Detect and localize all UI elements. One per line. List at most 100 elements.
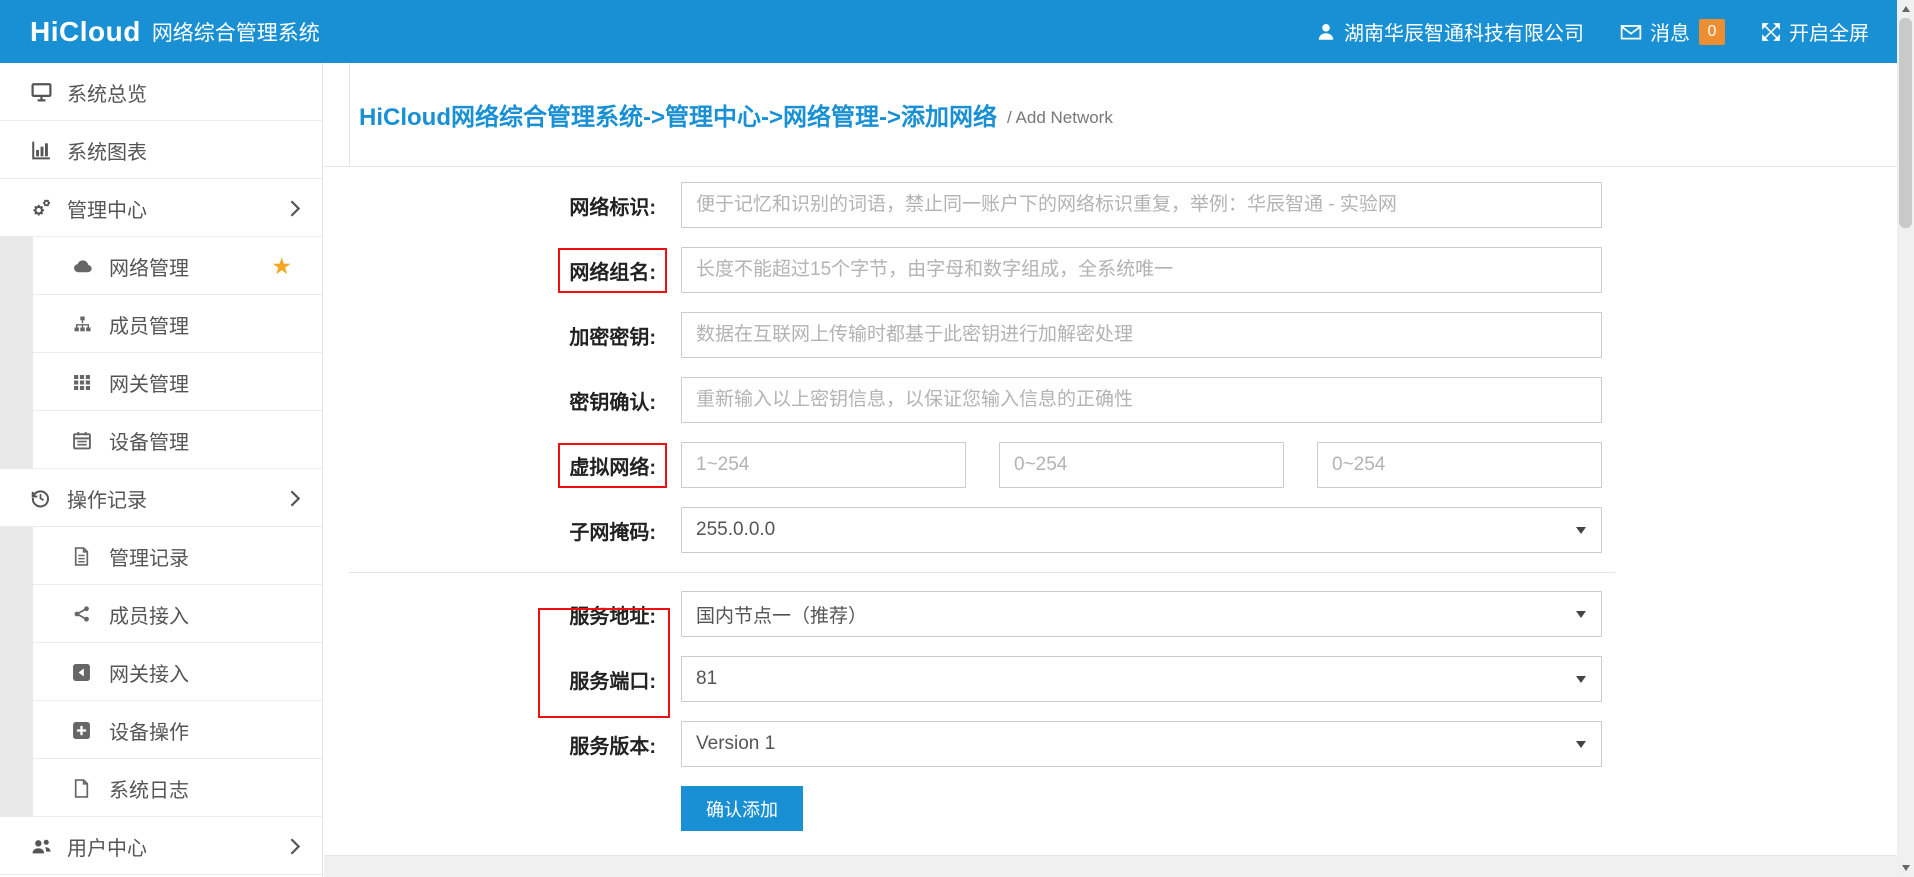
sidebar-item-label: 网关管理 [109, 368, 189, 397]
sidebar-item-label: 设备管理 [109, 426, 189, 455]
scroll-up-icon [1902, 2, 1910, 12]
field-label-service-port: 服务端口: [324, 665, 681, 694]
calendar-icon [72, 431, 102, 450]
form-row-key-confirm: 密钥确认: [324, 377, 1897, 423]
sidebar-item-admin-records[interactable]: 管理记录 [0, 527, 322, 585]
main-content: HiCloud网络综合管理系统->管理中心->网络管理->添加网络 / Add … [324, 63, 1897, 877]
form-row-network-group-name: 网络组名: [324, 247, 1897, 293]
user-icon [1316, 22, 1336, 42]
network-id-input[interactable] [681, 182, 1602, 228]
sidebar-item-device-mgmt[interactable]: 设备管理 [0, 411, 322, 469]
form-row-encryption-key: 加密密钥: [324, 312, 1897, 358]
field-label-network-id: 网络标识: [324, 191, 681, 220]
sidebar-item-label: 成员管理 [109, 310, 189, 339]
virtual-network-octet2-input[interactable] [999, 442, 1284, 488]
scroll-up-button[interactable] [1897, 0, 1914, 17]
service-version-select[interactable]: Version 1 [681, 721, 1602, 767]
breadcrumb: HiCloud网络综合管理系统->管理中心->网络管理->添加网络 / Add … [324, 63, 1897, 167]
virtual-network-octet3-input[interactable] [1317, 442, 1602, 488]
sidebar-item-label: 系统总览 [67, 78, 147, 107]
file-icon [72, 779, 102, 798]
sidebar-item-label: 网关接入 [109, 658, 189, 687]
system-name: 网络综合管理系统 [152, 17, 320, 47]
key-confirm-input[interactable] [681, 377, 1602, 423]
sidebar-item-label: 系统日志 [109, 774, 189, 803]
field-label-subnet-mask: 子网掩码: [324, 516, 681, 545]
sidebar-item-label: 管理记录 [109, 542, 189, 571]
sidebar-item-label: 管理中心 [67, 194, 147, 223]
messages-label: 消息 [1650, 17, 1690, 46]
form-row-service-port: 服务端口: 81 [324, 656, 1897, 702]
service-address-value: 国内节点一（推荐） [696, 601, 867, 628]
bar-chart-icon [30, 140, 60, 160]
sidebar-nav: 系统总览 系统图表 管理中心 [0, 63, 323, 877]
service-port-select[interactable]: 81 [681, 656, 1602, 702]
sidebar-item-label: 操作记录 [67, 484, 147, 513]
sidebar-item-system-logs[interactable]: 系统日志 [0, 759, 322, 817]
plus-square-icon [72, 721, 102, 740]
subnet-mask-value: 255.0.0.0 [696, 519, 775, 541]
sidebar-item-device-operations[interactable]: 设备操作 [0, 701, 322, 759]
subnet-mask-select[interactable]: 255.0.0.0 [681, 507, 1602, 553]
add-network-form: 网络标识: 网络组名: 加密密钥: 密钥确认: [324, 167, 1897, 831]
top-header: HiCloud 网络综合管理系统 湖南华辰智通科技有限公司 消息 0 开启全屏 [0, 0, 1897, 63]
dropdown-caret-icon [1576, 611, 1586, 623]
sitemap-icon [72, 315, 102, 333]
confirm-add-button[interactable]: 确认添加 [681, 786, 803, 831]
field-label-network-group-name: 网络组名: [569, 262, 656, 284]
messages-menu[interactable]: 消息 0 [1620, 17, 1725, 46]
field-label-key-confirm: 密钥确认: [324, 386, 681, 415]
page-footer-background [324, 855, 1897, 877]
field-label-service-address: 服务地址: [324, 600, 681, 629]
history-icon [30, 488, 60, 508]
scrollbar-thumb[interactable] [1899, 18, 1912, 228]
form-row-virtual-network: 虚拟网络: [324, 442, 1897, 488]
form-row-network-id: 网络标识: [324, 182, 1897, 228]
fullscreen-label: 开启全屏 [1789, 17, 1869, 46]
sidebar-item-system-charts[interactable]: 系统图表 [0, 121, 322, 179]
fullscreen-expand-icon [1761, 22, 1781, 42]
breadcrumb-suffix: / Add Network [1007, 108, 1113, 128]
chevron-right-icon [290, 200, 300, 217]
sidebar-item-network-mgmt[interactable]: 网络管理 ★ [0, 237, 322, 295]
favorite-star-icon[interactable]: ★ [271, 253, 292, 280]
users-icon [30, 837, 60, 856]
breadcrumb-path: HiCloud网络综合管理系统->管理中心->网络管理->添加网络 [359, 97, 997, 132]
sidebar-item-operation-records[interactable]: 操作记录 [0, 469, 322, 527]
dropdown-caret-icon [1576, 676, 1586, 688]
red-annotation-box: 虚拟网络: [558, 443, 667, 488]
sidebar-item-gateway-mgmt[interactable]: 网关管理 [0, 353, 322, 411]
sidebar-item-label: 设备操作 [109, 716, 189, 745]
sidebar-item-system-overview[interactable]: 系统总览 [0, 63, 322, 121]
encryption-key-input[interactable] [681, 312, 1602, 358]
gears-icon [30, 198, 60, 218]
service-version-value: Version 1 [696, 733, 775, 755]
chevron-right-icon [290, 490, 300, 507]
vertical-scrollbar[interactable] [1897, 0, 1914, 877]
scroll-down-icon [1902, 865, 1910, 875]
sidebar-item-member-access[interactable]: 成员接入 [0, 585, 322, 643]
cloud-icon [72, 257, 102, 275]
field-label-service-version: 服务版本: [324, 730, 681, 759]
sidebar-item-label: 系统图表 [67, 136, 147, 165]
sidebar-item-member-mgmt[interactable]: 成员管理 [0, 295, 322, 353]
company-menu[interactable]: 湖南华辰智通科技有限公司 [1316, 17, 1584, 46]
file-text-icon [72, 547, 102, 566]
service-address-select[interactable]: 国内节点一（推荐） [681, 591, 1602, 637]
sidebar-item-label: 用户中心 [67, 832, 147, 861]
sidebar-item-user-center[interactable]: 用户中心 [0, 817, 322, 875]
sidebar-item-gateway-access[interactable]: 网关接入 [0, 643, 322, 701]
dropdown-caret-icon [1576, 741, 1586, 753]
company-name: 湖南华辰智通科技有限公司 [1344, 17, 1584, 46]
red-annotation-box: 网络组名: [558, 248, 667, 293]
virtual-network-octet1-input[interactable] [681, 442, 966, 488]
scroll-down-button[interactable] [1897, 860, 1914, 877]
brand-logo: HiCloud [30, 16, 141, 48]
share-icon [72, 605, 102, 623]
sidebar-item-admin-center[interactable]: 管理中心 [0, 179, 322, 237]
envelope-icon [1620, 22, 1642, 42]
fullscreen-button[interactable]: 开启全屏 [1761, 17, 1869, 46]
messages-count-badge: 0 [1699, 19, 1725, 45]
network-group-name-input[interactable] [681, 247, 1602, 293]
sidebar-item-label: 网络管理 [109, 252, 189, 281]
